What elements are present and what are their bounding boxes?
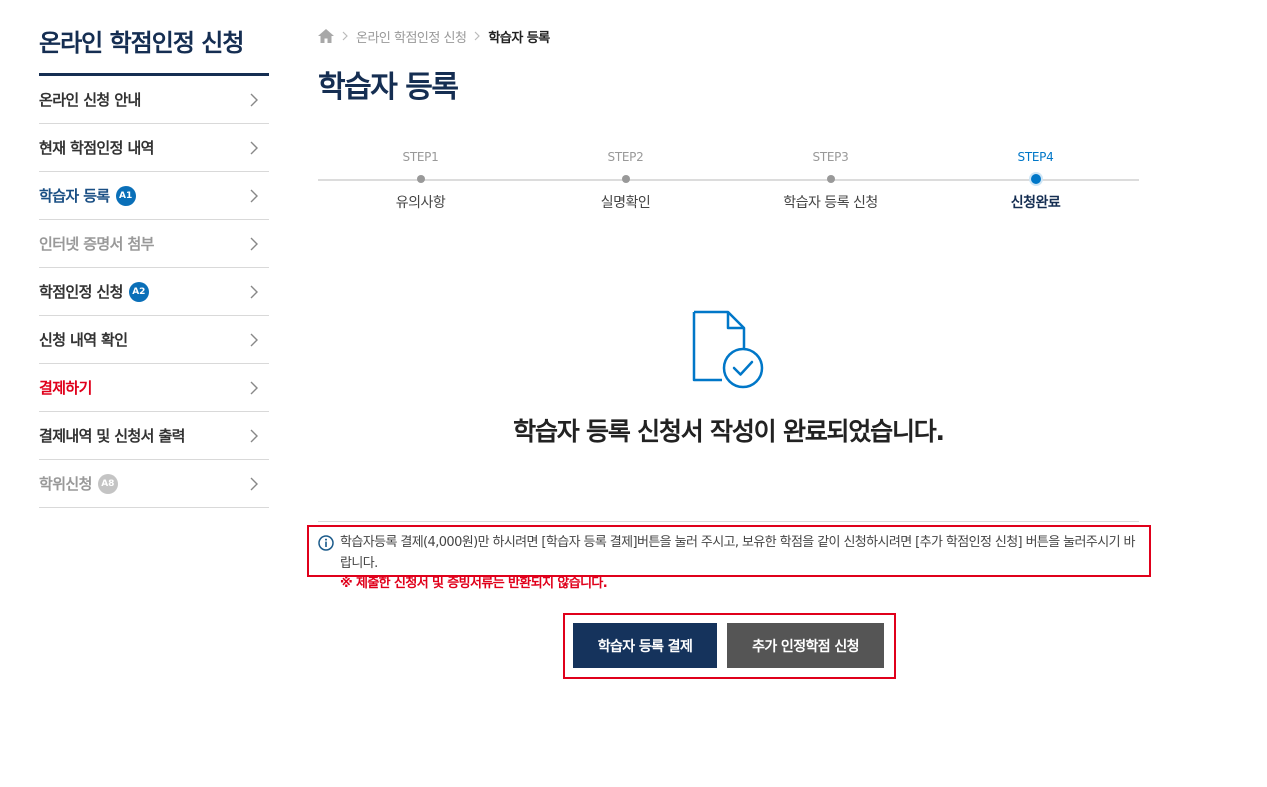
chevron-right-icon: [250, 93, 258, 106]
warning-text: ※ 제출한 신청서 및 증빙서류는 반환되지 않습니다.: [340, 576, 608, 591]
breadcrumb-item-online-credit[interactable]: 온라인 학점인정 신청: [356, 27, 467, 46]
step-badge: A1: [115, 185, 136, 206]
step-dot: [416, 175, 425, 183]
sidebar-item-label: 결제하기: [39, 379, 92, 397]
step-dot-current: [1030, 174, 1041, 184]
info-icon: [318, 535, 334, 551]
sidebar: 온라인 학점인정 신청 온라인 신청 안내현재 학점인정 내역학습자 등록 A1 인…: [39, 26, 269, 508]
sidebar-item-label: 학위신청: [39, 475, 92, 493]
sidebar-item-label: 온라인 신청 안내: [39, 91, 141, 109]
step-dot: [826, 175, 835, 183]
sidebar-item-internet-certificate[interactable]: 인터넷 증명서 첨부: [39, 220, 269, 268]
step-dot: [621, 175, 630, 183]
additional-credit-apply-button[interactable]: 추가 인정학점 신청: [727, 623, 884, 668]
sidebar-item-receipt-print[interactable]: 결제내역 및 신청서 출력: [39, 412, 269, 460]
step-number: STEP3: [812, 150, 849, 164]
chevron-right-icon: [474, 31, 481, 41]
page-title: 학습자 등록: [318, 70, 459, 105]
chevron-right-icon: [250, 285, 258, 298]
step-badge: A8: [97, 473, 118, 494]
chevron-right-icon: [250, 429, 258, 442]
step-label: 실명확인: [600, 195, 651, 211]
sidebar-item-payment[interactable]: 결제하기: [39, 364, 269, 412]
breadcrumb: 온라인 학점인정 신청 학습자 등록: [318, 26, 550, 46]
completion-message: 학습자 등록 신청서 작성이 완료되었습니다.: [513, 417, 945, 446]
home-icon[interactable]: [318, 29, 334, 43]
step-3: STEP3 학습자 등록 신청: [728, 148, 933, 212]
chevron-right-icon: [250, 381, 258, 394]
sidebar-item-learner-registration[interactable]: 학습자 등록 A1: [39, 172, 269, 220]
step-label: 신청완료: [1010, 195, 1061, 211]
sidebar-item-label: 학습자 등록: [39, 187, 110, 205]
chevron-right-icon: [250, 237, 258, 250]
step-badge: A2: [128, 281, 149, 302]
step-number: STEP2: [607, 150, 644, 164]
sidebar-item-credit-application[interactable]: 학점인정 신청 A2: [39, 268, 269, 316]
chevron-right-icon: [250, 189, 258, 202]
step-label: 학습자 등록 신청: [783, 195, 878, 211]
sidebar-item-label: 인터넷 증명서 첨부: [39, 235, 154, 253]
step-number: STEP4: [1017, 150, 1054, 164]
chevron-right-icon: [342, 31, 348, 41]
sidebar-item-application-history[interactable]: 신청 내역 확인: [39, 316, 269, 364]
sidebar-menu: 온라인 신청 안내현재 학점인정 내역학습자 등록 A1 인터넷 증명서 첨부학점인…: [39, 76, 269, 508]
sidebar-item-online-guide[interactable]: 온라인 신청 안내: [39, 76, 269, 124]
sidebar-item-current-credits[interactable]: 현재 학점인정 내역: [39, 124, 269, 172]
step-1: STEP1 유의사항: [318, 148, 523, 212]
sidebar-item-label: 학점인정 신청: [39, 283, 123, 301]
document-check-icon: [692, 310, 764, 389]
breadcrumb-item-current: 학습자 등록: [488, 30, 550, 46]
sidebar-item-label: 결제내역 및 신청서 출력: [39, 427, 185, 445]
step-2: STEP2 실명확인: [523, 148, 728, 212]
sidebar-item-label: 신청 내역 확인: [39, 331, 128, 349]
progress-steps: STEP1 유의사항 STEP2 실명확인 STEP3 학습자 등록 신청 ST…: [318, 148, 1139, 218]
step-4: STEP4 신청완료: [933, 148, 1138, 212]
sidebar-title: 온라인 학점인정 신청: [39, 26, 269, 76]
chevron-right-icon: [250, 477, 258, 490]
sidebar-item-degree-application[interactable]: 학위신청 A8: [39, 460, 269, 508]
step-label: 유의사항: [395, 195, 446, 211]
notice-text: 학습자등록 결제(4,000원)만 하시려면 [학습자 등록 결제]버튼을 눌러…: [340, 535, 1135, 571]
step-number: STEP1: [402, 150, 439, 164]
divider: [318, 521, 1139, 522]
sidebar-item-label: 현재 학점인정 내역: [39, 139, 154, 157]
chevron-right-icon: [250, 333, 258, 346]
chevron-right-icon: [250, 141, 258, 154]
learner-registration-payment-button[interactable]: 학습자 등록 결제: [573, 623, 717, 668]
